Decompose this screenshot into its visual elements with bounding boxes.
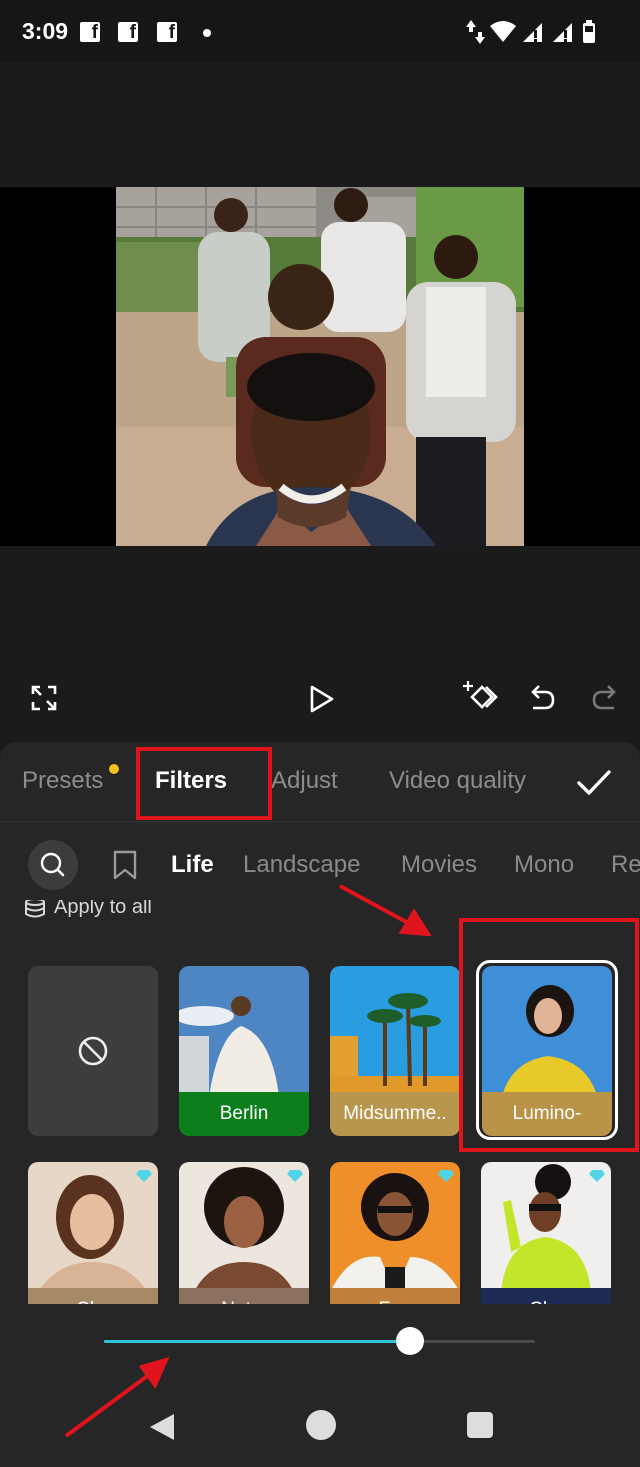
- tab-video-quality[interactable]: Video quality: [389, 767, 526, 795]
- filter-categories: Life Landscape Movies Mono Re: [0, 824, 640, 904]
- midsummer-thumbnail: [330, 966, 460, 1096]
- intensity-slider-thumb[interactable]: [396, 1327, 424, 1355]
- category-more[interactable]: Re: [611, 851, 640, 879]
- filter-berlin[interactable]: Berlin: [179, 966, 309, 1136]
- premium-diamond-icon: [136, 1170, 152, 1182]
- layers-icon: [25, 900, 45, 917]
- category-life[interactable]: Life: [171, 851, 214, 879]
- search-button[interactable]: [28, 840, 78, 890]
- signal-icon: [523, 23, 542, 42]
- intensity-slider[interactable]: [104, 1327, 535, 1355]
- undo-icon[interactable]: [527, 682, 557, 712]
- intensity-zone: [0, 1304, 640, 1467]
- video-preview-area[interactable]: [0, 62, 640, 670]
- tab-presets[interactable]: Presets: [22, 767, 103, 795]
- wifi-icon: [490, 21, 516, 42]
- intensity-slider-fill: [104, 1340, 410, 1343]
- nav-home-icon[interactable]: [306, 1410, 336, 1440]
- filter-premium-2[interactable]: Nat...: [179, 1162, 309, 1304]
- system-status-icons: [466, 20, 595, 44]
- facebook-icon: f: [80, 22, 100, 43]
- filter-label: Midsumme..: [330, 1092, 460, 1136]
- filter-label: Fr...: [330, 1288, 460, 1304]
- preview-photo: [116, 187, 524, 546]
- status-time: 3:09: [22, 18, 69, 44]
- filter-panel: Presets Filters Adjust Video quality Lif…: [0, 742, 640, 1304]
- fullscreen-icon[interactable]: [30, 684, 58, 712]
- signal-icon: [553, 23, 572, 42]
- none-circle-slash-icon: [78, 1036, 108, 1066]
- filter-premium-3[interactable]: Fr...: [330, 1162, 460, 1304]
- bookmark-icon[interactable]: [112, 850, 138, 880]
- premium-diamond-icon: [287, 1170, 303, 1182]
- apply-to-all-label: Apply to all: [54, 900, 152, 918]
- annotation-highlight-lumino: [459, 918, 639, 1152]
- filter-label: Berlin: [179, 1092, 309, 1136]
- category-mono[interactable]: Mono: [514, 851, 574, 879]
- category-landscape[interactable]: Landscape: [243, 851, 360, 879]
- filter-label: Cl...: [28, 1288, 158, 1304]
- redo-icon[interactable]: [590, 682, 620, 712]
- annotation-highlight-filters: [136, 747, 272, 820]
- berlin-thumbnail: [179, 966, 309, 1096]
- filter-label: Nat...: [179, 1288, 309, 1304]
- filter-label: Cl...: [481, 1288, 611, 1304]
- add-keyframe-icon[interactable]: [462, 680, 500, 714]
- new-indicator-dot: [109, 764, 119, 774]
- premium-diamond-icon: [589, 1170, 605, 1182]
- facebook-icon: f: [157, 22, 177, 43]
- editor-toolbar: [0, 670, 640, 740]
- nav-recents-icon[interactable]: [467, 1412, 493, 1438]
- apply-to-all[interactable]: Apply to all: [24, 900, 152, 926]
- nav-back-icon[interactable]: [148, 1412, 176, 1442]
- search-icon: [40, 852, 65, 877]
- facebook-icon: f: [118, 22, 138, 43]
- tab-adjust[interactable]: Adjust: [271, 767, 338, 795]
- filter-midsummer[interactable]: Midsumme..: [330, 966, 460, 1136]
- panel-tabs: Presets Filters Adjust Video quality: [0, 742, 640, 822]
- premium-diamond-icon: [438, 1170, 454, 1182]
- filter-none[interactable]: [28, 966, 158, 1136]
- check-icon[interactable]: [576, 768, 612, 798]
- status-bar: 3:09 f f f: [0, 0, 640, 62]
- category-movies[interactable]: Movies: [401, 851, 477, 879]
- play-icon[interactable]: [308, 684, 336, 714]
- filter-premium-1[interactable]: Cl...: [28, 1162, 158, 1304]
- data-arrows-icon: [466, 20, 485, 44]
- more-notifications-icon: [203, 29, 211, 37]
- filter-premium-4[interactable]: Cl...: [481, 1162, 611, 1304]
